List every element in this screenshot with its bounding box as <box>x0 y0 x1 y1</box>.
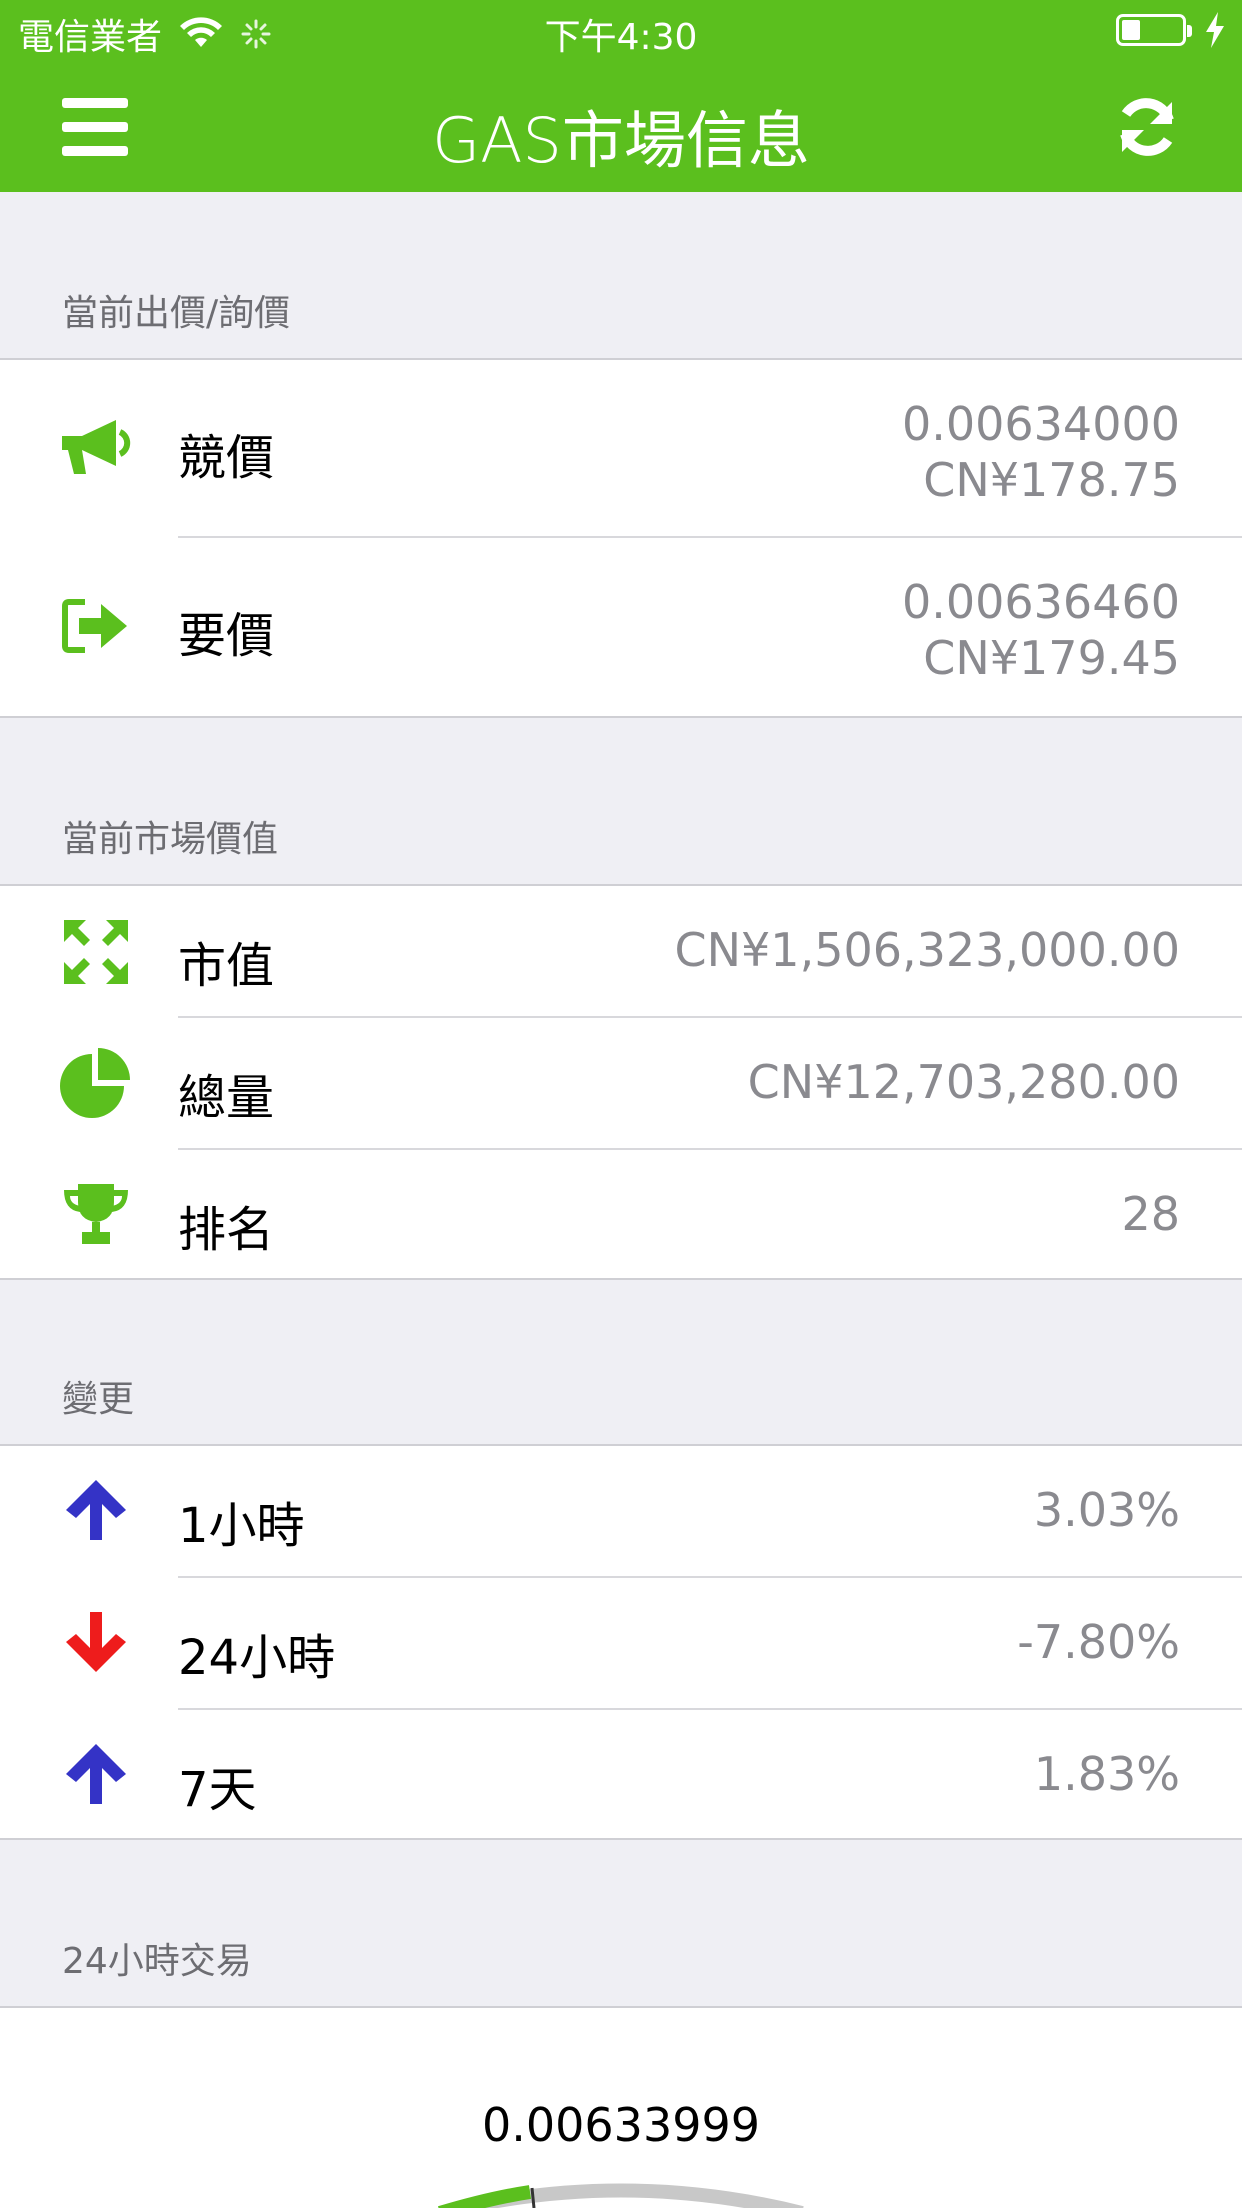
bid-ask-group: 競價 0.00634000 CN¥178.75 要價 0.00636460 CN… <box>0 360 1242 718</box>
change-7d-row[interactable]: 7天 1.83% <box>0 1710 1242 1840</box>
bid-row[interactable]: 競價 0.00634000 CN¥178.75 <box>0 360 1242 538</box>
arrow-up-icon <box>58 1736 134 1812</box>
market-group: 市值 CN¥1,506,323,000.00 總量 CN¥12,703,280.… <box>0 886 1242 1280</box>
change-7d-value: 1.83% <box>1033 1747 1180 1801</box>
trade-panel: 0.00633999 <box>0 2008 1242 2208</box>
bid-value-gas: 0.00634000 <box>901 397 1180 451</box>
market-cap-value: CN¥1,506,323,000.00 <box>674 923 1180 977</box>
section-title: 變更 <box>62 1379 135 1420</box>
section-header-trade: 24小時交易 <box>0 1840 1242 2008</box>
refresh-icon <box>1120 98 1174 156</box>
change-24h-value: -7.80% <box>1017 1615 1180 1669</box>
expand-icon <box>58 914 134 990</box>
supply-value: CN¥12,703,280.00 <box>747 1055 1180 1109</box>
market-cap-row[interactable]: 市值 CN¥1,506,323,000.00 <box>0 886 1242 1018</box>
change-7d-label: 7天 <box>178 1762 257 1818</box>
rank-value: 28 <box>1121 1187 1180 1241</box>
supply-label: 總量 <box>178 1070 275 1126</box>
section-header-bid-ask: 當前出價/詢價 <box>0 192 1242 360</box>
supply-row[interactable]: 總量 CN¥12,703,280.00 <box>0 1018 1242 1150</box>
rank-row[interactable]: 排名 28 <box>0 1150 1242 1280</box>
trade-gauge <box>437 2183 804 2208</box>
ask-value-gas: 0.00636460 <box>901 575 1180 629</box>
pie-chart-icon <box>58 1044 134 1120</box>
arrow-up-icon <box>58 1472 134 1548</box>
ask-label: 要價 <box>178 608 275 664</box>
status-bar: 電信業者 下午4:30 <box>0 0 1242 62</box>
section-title: 24小時交易 <box>62 1941 252 1982</box>
change-1h-label: 1小時 <box>178 1498 305 1554</box>
bid-value-cny: CN¥178.75 <box>923 453 1180 507</box>
change-24h-label: 24小時 <box>178 1630 336 1686</box>
page-title: GAS市場信息 <box>432 104 810 177</box>
change-24h-row[interactable]: 24小時 -7.80% <box>0 1578 1242 1710</box>
arrow-down-icon <box>58 1604 134 1680</box>
status-time: 下午4:30 <box>544 17 698 58</box>
status-right <box>1116 12 1226 48</box>
section-header-market: 當前市場價值 <box>0 718 1242 886</box>
ask-value: 0.00636460 CN¥179.45 <box>902 574 1180 686</box>
rank-label: 排名 <box>178 1202 275 1258</box>
sign-out-icon <box>58 588 134 664</box>
change-1h-value: 3.03% <box>1033 1483 1180 1537</box>
bid-label: 競價 <box>178 430 275 486</box>
change-1h-row[interactable]: 1小時 3.03% <box>0 1446 1242 1578</box>
section-header-change: 變更 <box>0 1280 1242 1446</box>
section-title: 當前市場價值 <box>62 819 279 860</box>
section-title: 當前出價/詢價 <box>62 293 291 334</box>
battery-icon <box>1116 14 1192 46</box>
refresh-button[interactable] <box>1112 92 1182 162</box>
bid-value: 0.00634000 CN¥178.75 <box>902 396 1180 508</box>
trophy-icon <box>58 1176 134 1252</box>
ask-value-cny: CN¥179.45 <box>923 631 1180 685</box>
ask-row[interactable]: 要價 0.00636460 CN¥179.45 <box>0 538 1242 716</box>
megaphone-icon <box>58 410 134 486</box>
navigation-bar: GAS市場信息 <box>0 62 1242 192</box>
market-cap-label: 市值 <box>178 938 275 994</box>
charging-bolt-icon <box>1206 12 1224 48</box>
change-group: 1小時 3.03% 24小時 -7.80% 7天 1.83% <box>0 1446 1242 1840</box>
